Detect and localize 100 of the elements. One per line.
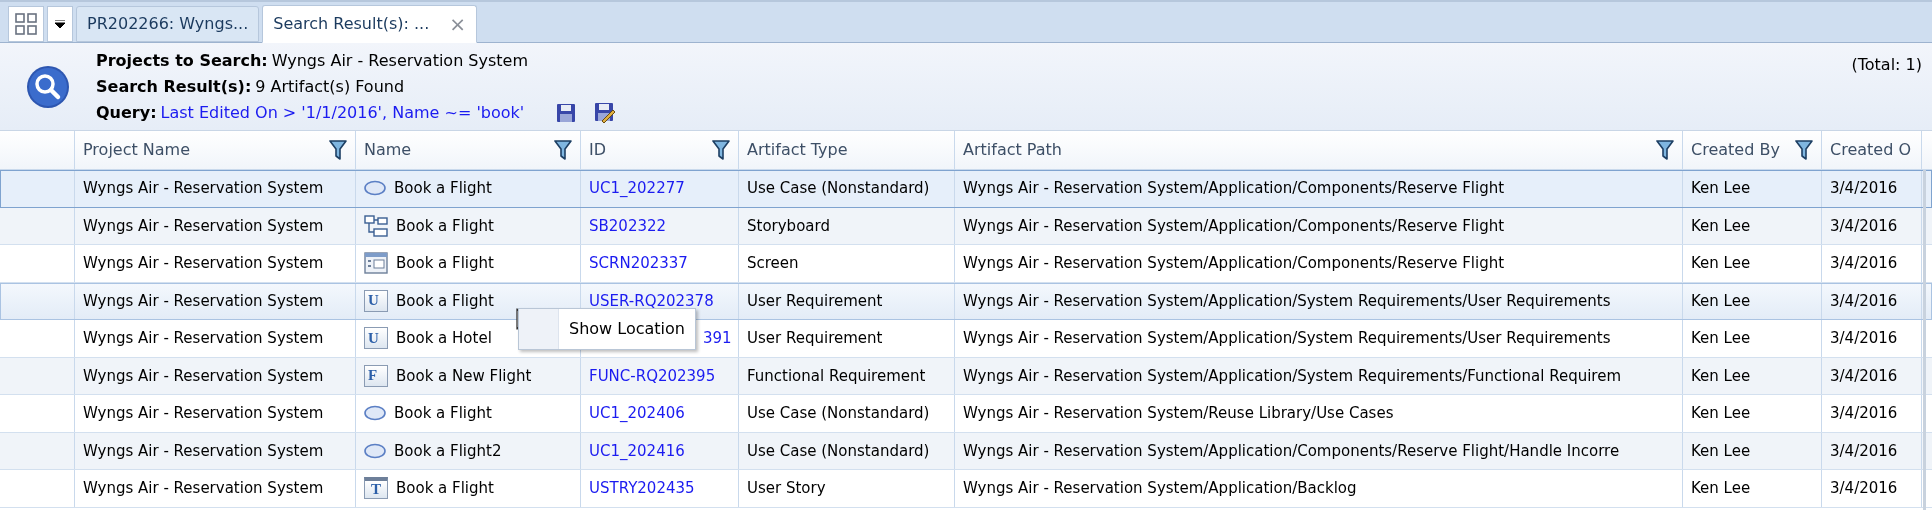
table-cell-text: Book a Flight [396,290,494,312]
filter-icon[interactable] [1795,139,1813,161]
table-cell-text: 3/4/2016 [1830,215,1898,237]
table-cell-text: Book a Flight [394,178,492,199]
storyboard-icon [364,214,388,237]
save-icon[interactable] [556,102,577,123]
table-cell-text: Wyngs Air - Reservation System/Application/Components/Reserve Flight [963,215,1505,237]
table-cell-text: User Story [747,478,826,499]
tab[interactable]: Search Result(s): ... × [262,5,478,43]
field-value: 9 Artifact(s) Found [255,75,405,98]
table-row[interactable]: Wyngs Air - Reservation System F Book a New Flight FUNC-RQ202395 Functional Requirement Wyngs Air - Reservation System/Application/System Requirements/Functional Requirem Ken Lee 3/4/2016 [0,357,1932,395]
table-cell-text: User Requirement [747,290,883,312]
search-icon [26,64,70,109]
table-cell-text: Ken Lee [1691,478,1751,499]
table-cell-text: Wyngs Air - Reservation System/Application/Components/Reserve Flight [963,178,1505,199]
table-cell-text: User Requirement [747,328,883,349]
table-row[interactable]: Wyngs Air - Reservation System Book a Flight UC1_202406 Use Case (Nonstandard) Wyngs Air - Reservation System/Reuse Library/Use Cases Ken Lee 3/4/2016 [0,395,1932,433]
table-cell-text: Wyngs Air - Reservation System/Application/System Requirements/User Requirements [963,328,1611,349]
table-cell-text: Ken Lee [1691,365,1751,387]
field-label: Search Result(s): [96,75,252,98]
filter-icon[interactable] [712,139,730,161]
column-header[interactable]: Artifact Type [747,138,848,162]
table-cell-text: Wyngs Air - Reservation System/Application/System Requirements/User Requirements [963,290,1611,312]
id-link[interactable]: USTRY202435 [589,477,695,500]
table-row[interactable]: Wyngs Air - Reservation System U Book a Flight USER-RQ202378 User Requirement Wyngs Air - Reservation System/Application/System Requirements/User Requirements Ken Lee 3/4/2016 [0,282,1932,320]
table-cell-text: Use Case (Nonstandard) [747,403,930,424]
table-cell-text: Ken Lee [1691,215,1751,237]
table-row[interactable]: Wyngs Air - Reservation System Book a Flight SCRN202337 Screen Wyngs Air - Reservation System/Application/Components/Reserve Flight Ken Lee 3/4/2016 [0,245,1932,283]
table-row[interactable]: Wyngs Air - Reservation System Book a Flight SB202322 Storyboard Wyngs Air - Reservation System/Application/Components/Reserve Flight Ken Lee 3/4/2016 [0,207,1932,245]
column-header[interactable]: Artifact Path [963,138,1062,162]
column-header[interactable]: Name [364,138,412,162]
column-header[interactable]: Created By [1691,138,1780,162]
table-row[interactable]: Wyngs Air - Reservation System Book a Flight UC1_202277 Use Case (Nonstandard) Wyngs Air - Reservation System/Application/Components/Reserve Flight Ken Lee 3/4/2016 [0,170,1932,208]
table-cell-text: Book a Flight [396,253,494,274]
table-cell-text: Book a Flight2 [394,440,502,462]
id-link[interactable]: SB202322 [589,214,667,237]
table-cell-text: Book a Flight [396,215,494,237]
table-cell-text: Wyngs Air - Reservation System [83,440,324,462]
table-cell-text: Wyngs Air - Reservation System/Application/Backlog [963,478,1357,499]
table-cell-text: 3/4/2016 [1830,290,1898,312]
table-cell-text: Functional Requirement [747,365,926,387]
id-link[interactable]: 391 [703,327,732,350]
table-cell-text: Storyboard [747,215,830,237]
id-link[interactable]: UC1_202406 [589,402,685,425]
table-cell-text: Ken Lee [1691,440,1751,462]
requirement-icon: F [364,364,388,387]
table-cell-text: Wyngs Air - Reservation System [83,365,324,387]
table-cell-text: 3/4/2016 [1830,403,1898,424]
save-edit-icon[interactable] [594,101,617,124]
table-cell-text: Ken Lee [1691,178,1751,199]
table-cell-text: Screen [747,253,799,274]
table-cell-text: 3/4/2016 [1830,365,1898,387]
table-cell-text: Wyngs Air - Reservation System/Reuse Library/Use Cases [963,403,1394,424]
table-row[interactable]: Wyngs Air - Reservation System Book a Flight2 UC1_202416 Use Case (Nonstandard) Wyngs Air - Reservation System/Application/Components/Reserve Flight/Handle Incorre Ken Lee 3/4/2016 [0,432,1932,470]
table-cell-text: Wyngs Air - Reservation System [83,253,324,274]
menu-gutter [519,309,559,349]
table-cell-text: Ken Lee [1691,290,1751,312]
table-cell-text: Book a Flight [394,403,492,424]
table-cell-text: 3/4/2016 [1830,478,1898,499]
table-cell-text: 3/4/2016 [1830,178,1898,199]
table-cell-text: Book a New Flight [396,365,532,387]
caret-icon [55,20,65,28]
table-cell-text: Wyngs Air - Reservation System [83,478,324,499]
table-cell-text: Wyngs Air - Reservation System [83,290,324,312]
grid-icon [15,13,37,35]
filter-icon[interactable] [554,139,572,161]
table-cell-text: Wyngs Air - Reservation System/Application/Components/Reserve Flight/Handle Incorre [963,440,1620,462]
column-header[interactable]: ID [589,138,607,162]
query-text: Last Edited On > '1/1/2016', Name ~= 'book' [160,101,525,124]
table-row[interactable]: Wyngs Air - Reservation System T Book a Flight USTRY202435 User Story Wyngs Air - Reservation System/Application/Backlog Ken Lee 3/4/2016 [0,470,1932,508]
table-cell-text: Wyngs Air - Reservation System [83,215,324,237]
table-cell-text: Ken Lee [1691,403,1751,424]
id-link[interactable]: UC1_202416 [589,439,685,462]
field-label: Query: [96,101,157,124]
table-cell-text: 3/4/2016 [1830,253,1898,274]
table-cell-text: Book a Hotel [396,328,492,349]
table-cell-text: Wyngs Air - Reservation System/Application/System Requirements/Functional Requirem [963,365,1622,387]
table-cell-text: Use Case (Nonstandard) [747,178,930,199]
column-header[interactable]: Created O [1830,138,1911,162]
id-link[interactable]: FUNC-RQ202395 [589,364,716,387]
table-cell-text: 3/4/2016 [1830,440,1898,462]
table-cell-text: Wyngs Air - Reservation System [83,178,324,199]
requirement-icon: U [364,327,388,350]
screen-icon [364,252,388,275]
scrollbar[interactable] [1923,170,1926,510]
table-cell-text: 3/4/2016 [1830,328,1898,349]
id-link[interactable]: UC1_202277 [589,177,685,200]
field-label: Projects to Search: [96,49,268,72]
filter-icon[interactable] [1656,139,1674,161]
tab[interactable]: PR202266: Wyngs... [76,6,260,42]
dropdown-button[interactable] [47,6,73,42]
id-link[interactable]: SCRN202337 [589,252,688,275]
id-link[interactable]: USER-RQ202378 [589,289,714,312]
filter-icon[interactable] [329,139,347,161]
column-header[interactable]: Project Name [83,138,191,162]
table-cell-text: Wyngs Air - Reservation System [83,403,324,424]
ellipse-icon [364,442,386,459]
requirement-icon: U [364,289,388,312]
total-count: (Total: 1) [1851,54,1922,76]
story-icon: T [364,477,388,500]
